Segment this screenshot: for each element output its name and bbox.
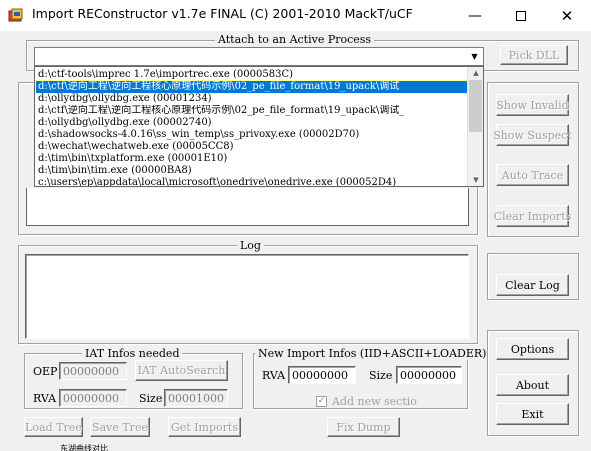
minimize-button[interactable]: — <box>452 0 498 31</box>
process-combo[interactable]: ▼ <box>34 47 484 66</box>
close-button[interactable]: ✕ <box>544 0 590 31</box>
maximize-button[interactable] <box>498 0 544 31</box>
pick-dll-button[interactable]: Pick DLL <box>500 45 568 65</box>
iat-size-label: Size <box>139 392 163 405</box>
save-tree-button[interactable]: Save Tree <box>90 417 150 437</box>
window-title: Import REConstructor v1.7e FINAL (C) 200… <box>32 6 413 21</box>
new-import-size-label: Size <box>369 369 393 382</box>
minimize-icon: — <box>468 7 482 24</box>
log-group-title: Log <box>237 239 264 252</box>
new-import-rva-field[interactable]: 00000000 <box>288 366 356 384</box>
oep-field[interactable]: 00000000 <box>59 362 127 380</box>
process-item[interactable]: d:\ollydbg\ollydbg.exe (00001234) <box>36 93 468 105</box>
process-item-selected[interactable]: d:\ctf\逆向工程\逆向工程核心原理代码示例\02_pe_file_form… <box>35 80 469 94</box>
get-imports-button[interactable]: Get Imports <box>168 417 241 437</box>
process-item[interactable]: d:\wechat\wechatweb.exe (00005CC8) <box>36 141 468 153</box>
load-tree-button[interactable]: Load Tree <box>24 417 83 437</box>
iat-size-field[interactable]: 00001000 <box>164 389 228 407</box>
process-item[interactable]: d:\tim\bin\tim.exe (00000BA8) <box>36 165 468 177</box>
exit-button[interactable]: Exit <box>496 403 569 425</box>
background-window-peek: 东湖曲线对比 <box>60 444 108 451</box>
process-item[interactable]: d:\tim\bin\txplatform.exe (00001E10) <box>36 153 468 165</box>
new-import-title: New Import Infos (IID+ASCII+LOADER) <box>255 347 490 360</box>
iat-rva-field[interactable]: 00000000 <box>59 389 127 407</box>
show-invalid-button[interactable]: Show Invalid <box>496 94 569 116</box>
dropdown-arrow-icon[interactable]: ▼ <box>467 49 482 64</box>
process-item[interactable]: d:\ollydbg\ollydbg.exe (00002740) <box>36 117 468 129</box>
dropdown-scrollbar[interactable]: ▲ ▼ <box>467 67 483 186</box>
new-import-size-field[interactable]: 00000000 <box>396 366 462 384</box>
iat-rva-label: RVA <box>33 392 57 405</box>
imports-tree[interactable] <box>26 188 469 226</box>
add-section-label: Add new sectio <box>332 395 417 408</box>
iat-autosearch-button[interactable]: IAT AutoSearch <box>135 360 228 381</box>
clear-imports-button[interactable]: Clear Imports <box>494 205 571 227</box>
oep-label: OEP <box>33 365 58 378</box>
title-bar[interactable]: Import REConstructor v1.7e FINAL (C) 200… <box>0 0 591 31</box>
process-item[interactable]: d:\shadowsocks-4.0.16\ss_win_temp\ss_pri… <box>36 129 468 141</box>
maximize-icon <box>516 10 526 21</box>
about-button[interactable]: About <box>496 374 569 396</box>
check-icon: ✓ <box>317 396 326 406</box>
iat-infos-title: IAT Infos needed <box>82 347 183 360</box>
process-item[interactable]: d:\ctf-tools\imprec 1.7e\importrec.exe (… <box>36 69 468 81</box>
clear-log-button[interactable]: Clear Log <box>496 274 569 296</box>
auto-trace-button[interactable]: Auto Trace <box>496 164 569 186</box>
scrollbar-thumb[interactable] <box>469 80 482 132</box>
add-section-checkbox[interactable]: ✓ <box>316 396 327 407</box>
scroll-up-icon[interactable]: ▲ <box>468 67 483 79</box>
close-icon: ✕ <box>560 6 574 25</box>
attach-group-title: Attach to an Active Process <box>215 33 375 46</box>
app-icon <box>8 8 23 22</box>
process-dropdown-list[interactable]: d:\ctf-tools\imprec 1.7e\importrec.exe (… <box>34 66 484 187</box>
new-import-rva-label: RVA <box>262 369 286 382</box>
show-suspect-button[interactable]: Show Suspect <box>493 124 572 146</box>
log-textarea[interactable] <box>25 254 469 339</box>
process-item[interactable]: d:\ctf\逆向工程\逆向工程核心原理代码示例\02_pe_file_form… <box>36 105 468 117</box>
scroll-down-icon[interactable]: ▼ <box>468 174 483 186</box>
fix-dump-button[interactable]: Fix Dump <box>327 417 400 437</box>
process-item[interactable]: c:\users\ep\appdata\local\microsoft\oned… <box>36 177 468 186</box>
options-button[interactable]: Options <box>496 338 569 360</box>
